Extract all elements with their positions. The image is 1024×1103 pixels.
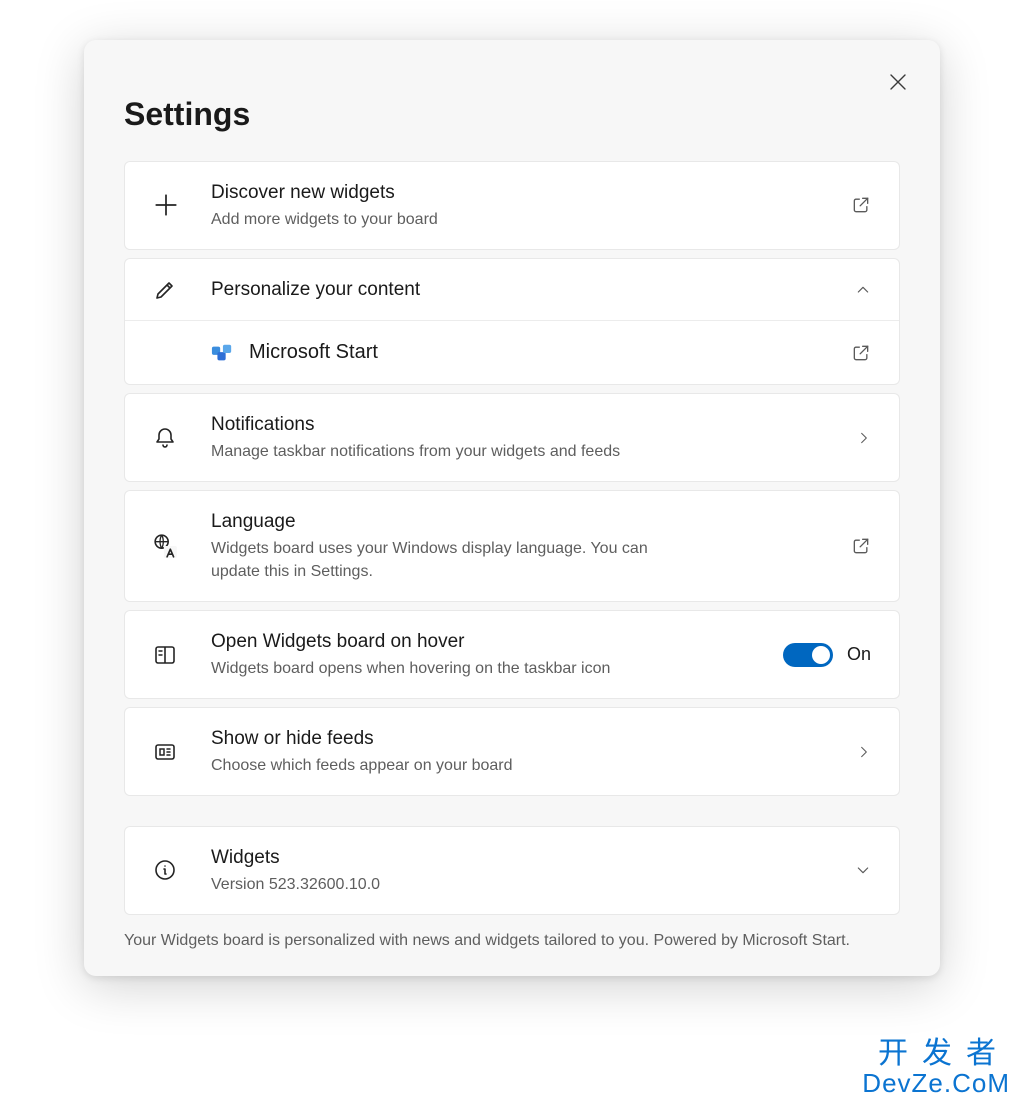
chevron-right-icon — [857, 431, 871, 445]
chevron-down-icon — [855, 862, 871, 878]
close-icon — [890, 74, 906, 90]
card-notifications: Notifications Manage taskbar notificatio… — [124, 393, 900, 482]
row-subtitle: Widgets board opens when hovering on the… — [211, 657, 783, 680]
row-language[interactable]: Language Widgets board uses your Windows… — [125, 491, 899, 601]
watermark: 开发者 DevZe.CoM — [862, 1038, 1010, 1097]
feeds-icon — [153, 740, 211, 764]
card-personalize: Personalize your content Microsoft Start — [124, 258, 900, 386]
pencil-icon — [153, 278, 211, 302]
card-discover: Discover new widgets Add more widgets to… — [124, 161, 900, 250]
row-microsoft-start[interactable]: Microsoft Start — [125, 320, 899, 384]
row-subtitle: Choose which feeds appear on your board — [211, 754, 857, 777]
row-title: Show or hide feeds — [211, 726, 857, 752]
microsoft-start-icon — [211, 342, 233, 364]
open-external-icon — [851, 195, 871, 215]
row-personalize[interactable]: Personalize your content — [125, 259, 899, 321]
row-about[interactable]: Widgets Version 523.32600.10.0 — [125, 827, 899, 914]
row-title: Personalize your content — [211, 277, 855, 303]
row-subtitle: Version 523.32600.10.0 — [211, 873, 855, 896]
close-button[interactable] — [884, 68, 912, 96]
row-title: Open Widgets board on hover — [211, 629, 783, 655]
card-language: Language Widgets board uses your Windows… — [124, 490, 900, 602]
card-about: Widgets Version 523.32600.10.0 — [124, 826, 900, 915]
board-icon — [153, 643, 211, 667]
row-subtitle: Widgets board uses your Windows display … — [211, 537, 651, 583]
row-title: Discover new widgets — [211, 180, 851, 206]
row-hover: Open Widgets board on hover Widgets boar… — [125, 611, 899, 698]
plus-icon — [153, 192, 211, 218]
row-feeds[interactable]: Show or hide feeds Choose which feeds ap… — [125, 708, 899, 795]
info-icon — [153, 858, 211, 882]
chevron-right-icon — [857, 745, 871, 759]
settings-panel: Settings Discover new widgets Add more w… — [84, 40, 940, 976]
row-title: Language — [211, 509, 851, 535]
row-discover[interactable]: Discover new widgets Add more widgets to… — [125, 162, 899, 249]
row-title: Notifications — [211, 412, 857, 438]
row-notifications[interactable]: Notifications Manage taskbar notificatio… — [125, 394, 899, 481]
card-hover: Open Widgets board on hover Widgets boar… — [124, 610, 900, 699]
open-external-icon — [851, 343, 871, 363]
language-icon — [153, 533, 211, 559]
row-title: Widgets — [211, 845, 855, 871]
row-subtitle: Manage taskbar notifications from your w… — [211, 440, 857, 463]
chevron-up-icon — [855, 282, 871, 298]
row-title: Microsoft Start — [249, 339, 851, 366]
open-external-icon — [851, 536, 871, 556]
row-subtitle: Add more widgets to your board — [211, 208, 651, 231]
footer-note: Your Widgets board is personalized with … — [124, 929, 900, 953]
page-title: Settings — [124, 96, 900, 133]
toggle-label: On — [847, 644, 871, 665]
bell-icon — [153, 426, 211, 450]
card-feeds: Show or hide feeds Choose which feeds ap… — [124, 707, 900, 796]
hover-toggle[interactable] — [783, 643, 833, 667]
